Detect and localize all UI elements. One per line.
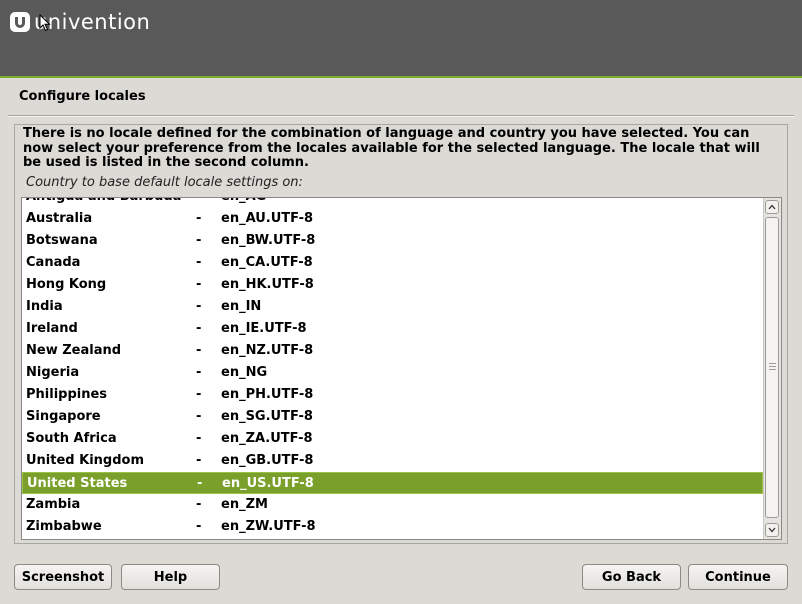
scrollbar-thumb[interactable] — [765, 217, 779, 518]
continue-button[interactable]: Continue — [688, 564, 788, 590]
list-item[interactable]: United States - en_US.UTF-8 — [22, 472, 763, 494]
chevron-down-icon — [768, 527, 776, 533]
country-prompt: Country to base default locale settings … — [26, 175, 303, 190]
page-title: Configure locales — [19, 89, 146, 104]
column-separator: - — [196, 519, 202, 534]
column-separator: - — [196, 343, 202, 358]
locale-code: en_NG — [221, 365, 268, 380]
chevron-up-icon — [768, 204, 776, 210]
locale-code: en_GB.UTF-8 — [221, 453, 314, 468]
country-name: Hong Kong — [26, 277, 107, 292]
locale-code: en_IN — [221, 299, 262, 314]
list-item[interactable]: Hong Kong - en_HK.UTF-8 — [22, 274, 763, 296]
country-name: Nigeria — [26, 365, 80, 380]
locale-code: en_ZW.UTF-8 — [221, 519, 316, 534]
country-name: Botswana — [26, 233, 98, 248]
column-separator: - — [196, 387, 202, 402]
mouse-pointer-icon — [39, 14, 51, 32]
column-separator: - — [196, 431, 202, 446]
column-separator: - — [196, 198, 201, 208]
locale-code: en_PH.UTF-8 — [221, 387, 314, 402]
country-name: Zambia — [26, 497, 81, 512]
list-item[interactable]: United Kingdom - en_GB.UTF-8 — [22, 450, 763, 472]
country-name: Singapore — [26, 409, 101, 424]
univention-logo: univention — [10, 9, 150, 35]
country-name: Antigua and Barbuda — [26, 198, 181, 208]
installer-header: univention — [0, 0, 802, 78]
country-name: New Zealand — [26, 343, 122, 358]
country-name: Canada — [26, 255, 81, 270]
list-rows: Antigua and Barbuda - en_AG Australia - en_AU… — [22, 198, 763, 538]
column-separator: - — [196, 211, 202, 226]
column-separator: - — [196, 233, 202, 248]
column-separator: - — [196, 277, 202, 292]
locale-code: en_HK.UTF-8 — [221, 277, 314, 292]
country-name: United Kingdom — [26, 453, 145, 468]
country-name: Ireland — [26, 321, 78, 336]
country-name: United States — [27, 476, 128, 491]
list-item[interactable]: India - en_IN — [22, 296, 763, 318]
locale-message: There is no locale defined for the combi… — [23, 126, 760, 170]
locale-code: en_AU.UTF-8 — [221, 211, 314, 226]
column-separator: - — [196, 453, 202, 468]
go-back-button[interactable]: Go Back — [582, 564, 681, 590]
scroll-up-button[interactable] — [765, 200, 779, 214]
column-separator: - — [196, 321, 202, 336]
list-item[interactable]: Australia - en_AU.UTF-8 — [22, 208, 763, 230]
list-item[interactable]: Ireland - en_IE.UTF-8 — [22, 318, 763, 340]
locale-code: en_CA.UTF-8 — [221, 255, 313, 270]
locale-code: en_NZ.UTF-8 — [221, 343, 314, 358]
list-item[interactable]: South Africa - en_ZA.UTF-8 — [22, 428, 763, 450]
list-item[interactable]: Nigeria - en_NG — [22, 362, 763, 384]
country-name: Philippines — [26, 387, 108, 402]
list-item[interactable]: New Zealand - en_NZ.UTF-8 — [22, 340, 763, 362]
locale-code: en_AG — [221, 198, 266, 208]
country-name: India — [26, 299, 63, 314]
list-item[interactable]: Botswana - en_BW.UTF-8 — [22, 230, 763, 252]
list-item[interactable]: Zambia - en_ZM — [22, 494, 763, 516]
univention-logo-icon — [10, 12, 30, 32]
column-separator: - — [197, 476, 203, 491]
country-name: South Africa — [26, 431, 117, 446]
logo-text: univention — [34, 10, 151, 34]
column-separator: - — [196, 409, 202, 424]
locale-code: en_US.UTF-8 — [222, 476, 314, 491]
column-separator: - — [196, 497, 202, 512]
scroll-down-button[interactable] — [765, 523, 779, 537]
title-divider — [8, 115, 794, 117]
column-separator: - — [196, 299, 202, 314]
list-scrollbar[interactable] — [763, 198, 781, 539]
locale-code: en_ZA.UTF-8 — [221, 431, 313, 446]
list-item[interactable]: Canada - en_CA.UTF-8 — [22, 252, 763, 274]
help-button[interactable]: Help — [121, 564, 220, 590]
list-item[interactable]: Zimbabwe - en_ZW.UTF-8 — [22, 516, 763, 538]
column-separator: - — [196, 365, 202, 380]
locale-code: en_IE.UTF-8 — [221, 321, 307, 336]
list-item[interactable]: Singapore - en_SG.UTF-8 — [22, 406, 763, 428]
list-item[interactable]: Philippines - en_PH.UTF-8 — [22, 384, 763, 406]
country-locale-list[interactable]: Antigua and Barbuda - en_AG Australia - en_AU… — [21, 197, 782, 540]
list-item[interactable]: Antigua and Barbuda - en_AG — [22, 198, 763, 208]
country-name: Zimbabwe — [26, 519, 102, 534]
column-separator: - — [196, 255, 202, 270]
screenshot-button[interactable]: Screenshot — [14, 564, 112, 590]
scrollbar-grip-icon — [769, 363, 776, 370]
locale-code: en_SG.UTF-8 — [221, 409, 313, 424]
locale-code: en_BW.UTF-8 — [221, 233, 316, 248]
country-name: Australia — [26, 211, 93, 226]
locale-code: en_ZM — [221, 497, 268, 512]
